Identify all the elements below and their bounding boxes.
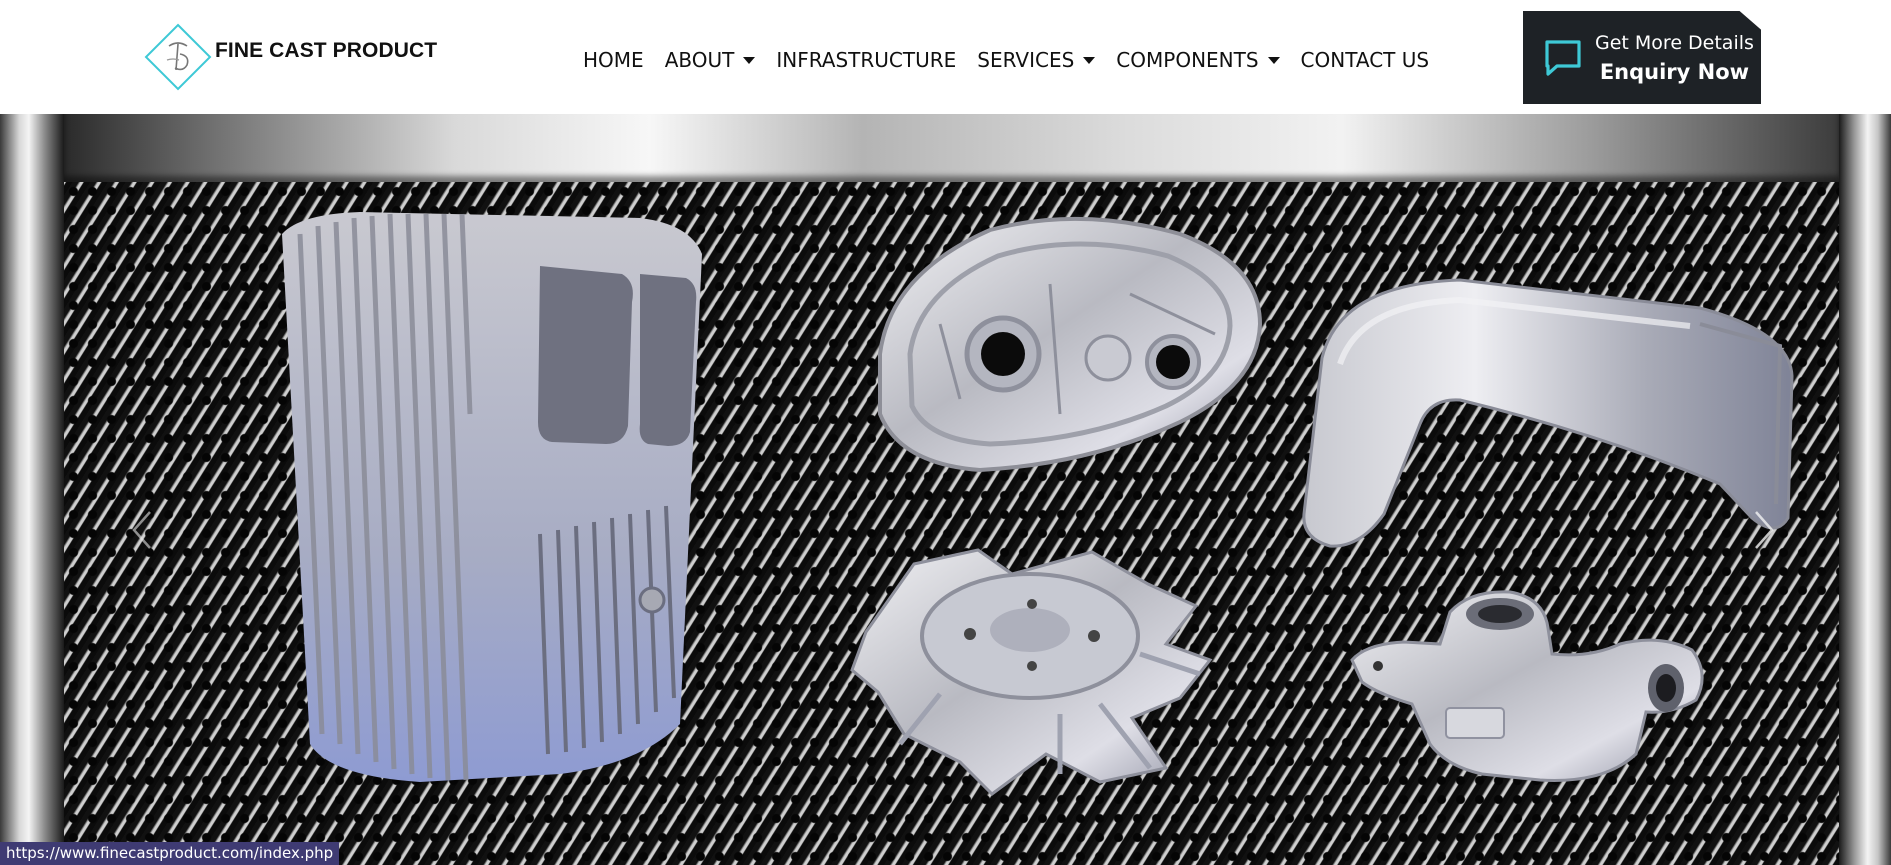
enquiry-now-button[interactable]: Get More Details Enquiry Now [1523,11,1761,104]
nav-item-about[interactable]: ABOUT [665,48,756,72]
enquiry-subtitle: Get More Details [1595,31,1754,54]
caret-down-icon [1083,56,1096,64]
status-bar-url: https://www.finecastproduct.com/index.ph… [0,842,340,865]
slider-prev-arrow[interactable] [128,506,156,554]
nav-item-home[interactable]: HOME [583,48,644,72]
gearbox-cover-casting [878,216,1263,473]
site-header: FINE CAST PRODUCT HOME ABOUT INFRASTRUCTUR… [0,0,1891,114]
cooling-fan-casting [850,548,1213,796]
nav-item-components[interactable]: COMPONENTS [1116,48,1280,72]
nav-item-label: SERVICES [977,48,1075,72]
nav-item-label: INFRASTRUCTURE [776,48,957,72]
hero-slider: https://www.finecastproduct.com/index.ph… [0,114,1891,865]
bent-pipe-casting [1302,278,1794,548]
motor-housing-casting [282,212,702,782]
logo-diamond-icon [144,23,212,91]
caret-down-icon [1267,56,1280,64]
enquiry-text: Get More Details Enquiry Now [1595,32,1754,84]
caret-down-icon [743,56,756,64]
nav-item-contact-us[interactable]: CONTACT US [1301,48,1430,72]
main-nav: HOME ABOUT INFRASTRUCTURE SERVICES COMPONENT… [583,48,1429,72]
nav-item-label: HOME [583,48,644,72]
enquiry-title: Enquiry Now [1599,59,1750,84]
nav-item-label: COMPONENTS [1116,48,1259,72]
pump-housing-casting [1350,590,1704,782]
brand-name: FINE CAST PRODUCT [215,39,438,62]
nav-item-infrastructure[interactable]: INFRASTRUCTURE [776,48,956,72]
brand-logo[interactable]: FINE CAST PRODUCT [143,22,437,92]
nav-item-label: CONTACT US [1300,48,1430,72]
slide-image [282,212,1794,796]
chat-bubble-icon [1545,39,1581,76]
nav-item-label: ABOUT [664,48,735,72]
nav-item-services[interactable]: SERVICES [977,48,1096,72]
slider-next-arrow[interactable] [1750,506,1778,554]
